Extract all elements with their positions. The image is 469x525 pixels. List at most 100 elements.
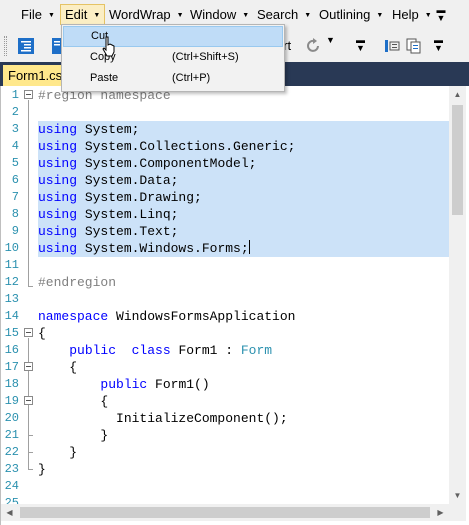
menu-help[interactable]: Help ▼: [388, 4, 436, 25]
toolbar-overflow-icon[interactable]: ▬ ▼: [434, 36, 443, 53]
menu-file[interactable]: File ▼: [17, 4, 59, 25]
tab-form1[interactable]: Form1.cs: [3, 65, 63, 86]
code-line[interactable]: using System.Windows.Forms;: [38, 240, 250, 257]
chevron-down-icon: ▼: [424, 12, 432, 19]
chevron-down-icon: ▼: [176, 12, 184, 19]
code-type: Form: [240, 343, 273, 358]
code-text: {: [100, 394, 109, 409]
code-text: System.Drawing;: [77, 190, 202, 205]
menu-wordwrap[interactable]: WordWrap ▼: [105, 4, 188, 25]
menu-item-paste-label: Paste: [90, 72, 119, 84]
menu-wordwrap-label: WordWrap: [109, 7, 171, 22]
line-number: 20: [4, 411, 19, 425]
code-editor[interactable]: 1 2 3 4 5 6 7 8 9 10 11 12 13 14 15 16 17 18 19 20 21 22 23 24 2…: [0, 86, 469, 525]
refresh-button[interactable]: [305, 37, 323, 55]
indent-button[interactable]: [383, 37, 401, 55]
code-line[interactable]: }: [38, 461, 46, 478]
code-line[interactable]: }: [38, 427, 108, 444]
collapse-method-icon[interactable]: [24, 396, 33, 405]
code-line[interactable]: using System.Data;: [38, 172, 178, 189]
menu-edit[interactable]: Edit ▼: [60, 4, 106, 25]
line-number: 2: [11, 105, 19, 119]
menu-overflow-icon[interactable]: ▬ ▼: [436, 6, 446, 23]
menu-item-cut[interactable]: Cut: [63, 26, 283, 47]
line-number: 9: [11, 224, 19, 238]
code-line[interactable]: using System.Text;: [38, 223, 178, 240]
chevron-down-icon: ▼: [47, 12, 55, 19]
collapse-class-icon[interactable]: [24, 362, 33, 371]
scrollbar-corner: [449, 504, 466, 521]
line-number: 4: [11, 139, 19, 153]
code-keyword: #endregion: [38, 275, 117, 290]
toolbar-overflow-icon[interactable]: ▬ ▼: [356, 36, 365, 53]
copy-icon: [406, 38, 421, 54]
collapse-namespace-icon[interactable]: [24, 328, 33, 337]
line-number: 3: [11, 122, 19, 136]
line-number: 18: [4, 377, 19, 391]
collapse-region-icon[interactable]: [24, 90, 33, 99]
code-text: {: [38, 326, 46, 341]
menu-outlining-label: Outlining: [319, 7, 371, 22]
horizontal-scroll-thumb[interactable]: [20, 507, 430, 518]
line-number: 11: [4, 258, 19, 272]
line-number: 10: [4, 241, 19, 255]
vertical-scroll-thumb[interactable]: [452, 105, 463, 215]
indent-icon: [385, 40, 400, 52]
code-line[interactable]: {: [38, 325, 46, 342]
code-line[interactable]: using System.Linq;: [38, 206, 178, 223]
code-text: System.Text;: [77, 224, 179, 239]
fold-end: [28, 286, 33, 287]
code-text: System.Collections.Generic;: [77, 139, 296, 154]
code-text: InitializeComponent();: [116, 411, 288, 426]
code-line[interactable]: using System.Collections.Generic;: [38, 138, 295, 155]
chevron-down-icon[interactable]: ▼: [326, 36, 335, 45]
vertical-scrollbar[interactable]: ▲ ▼: [449, 86, 466, 504]
code-keyword: using: [38, 207, 78, 222]
code-line[interactable]: public Form1(): [38, 376, 210, 393]
line-number: 1: [11, 88, 19, 102]
menu-item-paste[interactable]: Paste (Ctrl+P): [63, 68, 283, 89]
code-line[interactable]: using System.ComponentModel;: [38, 155, 256, 172]
scroll-up-icon[interactable]: ▲: [449, 86, 466, 103]
code-text: WindowsFormsApplication: [108, 309, 296, 324]
code-line[interactable]: InitializeComponent();: [38, 410, 288, 427]
code-line[interactable]: #endregion: [38, 274, 116, 291]
code-line[interactable]: namespace WindowsFormsApplication: [38, 308, 295, 325]
code-line[interactable]: {: [38, 359, 77, 376]
code-line[interactable]: public class Form1 : Form: [38, 342, 272, 359]
code-line[interactable]: using System.Drawing;: [38, 189, 202, 206]
chevron-down-icon: ▼: [304, 12, 312, 19]
code-line[interactable]: }: [38, 444, 77, 461]
copy-button[interactable]: [405, 37, 423, 55]
line-number: 14: [4, 309, 19, 323]
scroll-down-icon[interactable]: ▼: [449, 487, 466, 504]
code-line[interactable]: {: [38, 393, 108, 410]
code-keyword: using: [38, 139, 78, 154]
menu-item-paste-shortcut: (Ctrl+P): [172, 72, 211, 84]
line-number: 21: [4, 428, 19, 442]
menu-item-copy[interactable]: Copy (Ctrl+Shift+S): [63, 47, 283, 68]
line-number: 7: [11, 190, 19, 204]
line-number: 12: [4, 275, 19, 289]
scroll-left-icon[interactable]: ◀: [1, 504, 18, 521]
chevron-down-icon: ▼: [242, 12, 250, 19]
menu-search[interactable]: Search ▼: [253, 4, 315, 25]
scroll-right-icon[interactable]: ▶: [432, 504, 449, 521]
toolbar-grip-icon[interactable]: [4, 36, 7, 56]
code-text: Form1(): [147, 377, 210, 392]
menu-outlining[interactable]: Outlining ▼: [315, 4, 387, 25]
line-number: 17: [4, 360, 19, 374]
code-line[interactable]: using System;: [38, 121, 139, 138]
hand-cursor-icon: [102, 36, 115, 57]
line-number: 5: [11, 156, 19, 170]
line-number: 13: [4, 292, 19, 306]
horizontal-scrollbar[interactable]: ◀ ▶: [1, 504, 449, 521]
menu-window[interactable]: Window ▼: [186, 4, 253, 25]
code-text: Form1 :: [170, 343, 241, 358]
outline-view-button[interactable]: [17, 37, 35, 55]
